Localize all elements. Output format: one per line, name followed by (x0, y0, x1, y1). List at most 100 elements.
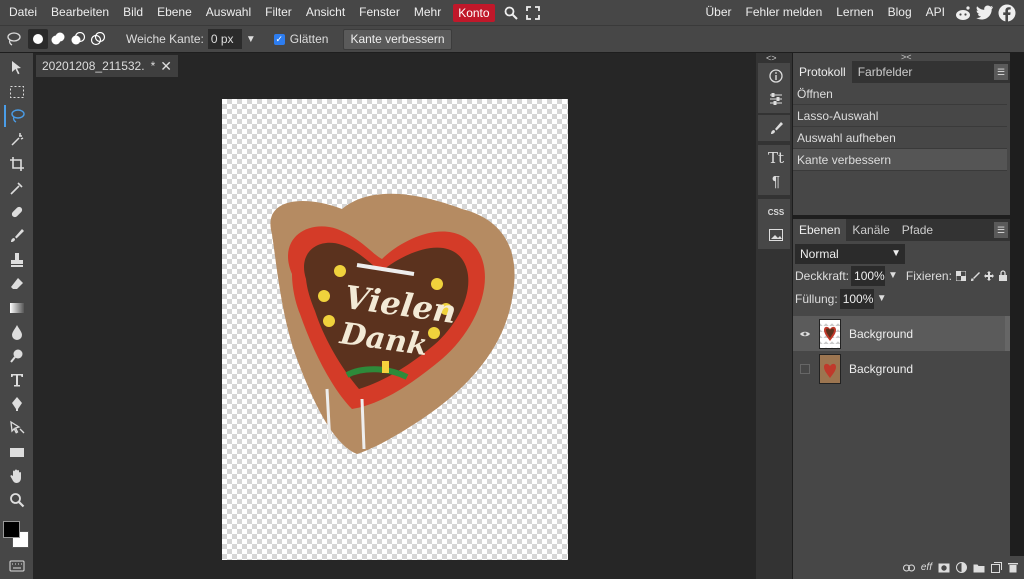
tab-protokoll[interactable]: Protokoll (793, 61, 852, 83)
healing-brush-tool-icon[interactable] (4, 201, 29, 223)
link-ueber[interactable]: Über (699, 0, 739, 25)
layers-menu-icon[interactable]: ☰ (994, 222, 1008, 238)
eraser-tool-icon[interactable] (4, 273, 29, 295)
layer-row[interactable]: Background (793, 351, 1010, 386)
paragraph-icon[interactable]: ¶ (761, 170, 791, 192)
layer-row[interactable]: Background (793, 316, 1010, 351)
lasso-tool-button[interactable] (4, 105, 29, 127)
new-layer-icon[interactable] (991, 562, 1002, 573)
menu-filter[interactable]: Filter (258, 0, 299, 25)
reddit-icon[interactable] (952, 0, 974, 25)
marquee-tool-icon[interactable] (4, 81, 29, 103)
link-fehler-melden[interactable]: Fehler melden (739, 0, 830, 25)
history-item-auswahl-aufheben[interactable]: Auswahl aufheben (793, 127, 1007, 149)
options-bar: Weiche Kante: 0 px ▼ ✓ Glätten Kante ver… (0, 25, 1024, 52)
tab-farbfelder[interactable]: Farbfelder (852, 61, 919, 83)
lasso-tool-icon[interactable] (0, 26, 28, 53)
layer-name[interactable]: Background (849, 327, 913, 341)
delete-layer-icon[interactable] (1008, 562, 1018, 573)
brush-settings-icon[interactable] (761, 117, 791, 139)
fill-dropdown-icon[interactable]: ▼ (877, 293, 887, 304)
menu-mehr[interactable]: Mehr (407, 0, 448, 25)
clone-stamp-tool-icon[interactable] (4, 249, 29, 271)
layers-footer-toolbar: eff (793, 556, 1024, 579)
account-button[interactable]: Konto (453, 3, 495, 22)
info-icon[interactable] (761, 65, 791, 87)
opacity-input[interactable]: 100% (851, 265, 886, 286)
fill-input[interactable]: 100% (839, 288, 874, 309)
history-item-lasso-auswahl[interactable]: Lasso-Auswahl (793, 105, 1007, 127)
document-canvas[interactable]: Vielen Dank (222, 99, 568, 560)
link-blog[interactable]: Blog (881, 0, 919, 25)
tab-kanaele[interactable]: Kanäle (846, 219, 895, 241)
adjustments-icon[interactable] (761, 88, 791, 110)
feather-input[interactable]: 0 px (207, 29, 242, 49)
intersect-selection-icon[interactable] (88, 29, 108, 49)
history-menu-icon[interactable]: ☰ (994, 64, 1008, 80)
new-selection-icon[interactable] (28, 29, 48, 49)
history-item-kante-verbessern[interactable]: Kante verbessern (793, 149, 1007, 171)
brush-tool-icon[interactable] (4, 225, 29, 247)
blur-tool-icon[interactable] (4, 321, 29, 343)
menu-ebene[interactable]: Ebene (150, 0, 199, 25)
layer-mask-icon[interactable] (938, 563, 950, 573)
twitter-icon[interactable] (974, 0, 996, 25)
lock-all-icon[interactable] (998, 270, 1008, 281)
zoom-tool-icon[interactable] (4, 489, 29, 511)
image-icon[interactable] (761, 224, 791, 246)
facebook-icon[interactable] (996, 0, 1018, 25)
eyedropper-tool-icon[interactable] (4, 177, 29, 199)
lock-pixels-icon[interactable] (970, 271, 980, 281)
collapse-left-icon[interactable]: <> (766, 53, 777, 63)
subtract-selection-icon[interactable] (68, 29, 88, 49)
add-selection-icon[interactable] (48, 29, 68, 49)
blend-mode-select[interactable]: Normal ▼ (795, 244, 905, 264)
gradient-tool-icon[interactable] (4, 297, 29, 319)
dodge-tool-icon[interactable] (4, 345, 29, 367)
tab-pfade[interactable]: Pfade (896, 219, 939, 241)
menu-bearbeiten[interactable]: Bearbeiten (44, 0, 116, 25)
lock-position-icon[interactable] (983, 270, 994, 281)
antialias-checkbox[interactable]: ✓ (273, 33, 285, 45)
character-icon[interactable]: Tt (761, 147, 791, 169)
css-icon[interactable]: CSS (761, 201, 791, 223)
opacity-dropdown-icon[interactable]: ▼ (888, 270, 898, 281)
magic-wand-tool-icon[interactable] (4, 129, 29, 151)
layers-scrollbar[interactable] (1005, 316, 1010, 351)
rectangle-tool-icon[interactable] (4, 441, 29, 463)
feather-dropdown-icon[interactable]: ▼ (246, 34, 256, 45)
hand-tool-icon[interactable] (4, 465, 29, 487)
menu-auswahl[interactable]: Auswahl (199, 0, 258, 25)
history-item-oeffnen[interactable]: Öffnen (793, 83, 1007, 105)
close-tab-icon[interactable]: ✕ (160, 58, 172, 75)
new-group-icon[interactable] (973, 563, 985, 573)
pen-tool-icon[interactable] (4, 393, 29, 415)
link-layers-icon[interactable] (902, 564, 915, 572)
lock-transparency-icon[interactable] (955, 270, 966, 281)
panel-icon-strip: <> Tt ¶ CSS (756, 53, 792, 579)
fullscreen-icon[interactable] (522, 0, 544, 25)
menu-fenster[interactable]: Fenster (352, 0, 407, 25)
refine-edge-button[interactable]: Kante verbessern (343, 28, 452, 50)
color-swatches[interactable] (3, 521, 30, 551)
document-tab[interactable]: 20201208_211532. * ✕ (36, 55, 178, 77)
search-icon[interactable] (500, 0, 522, 25)
menu-datei[interactable]: Datei (2, 0, 44, 25)
layer-name[interactable]: Background (849, 362, 913, 376)
crop-tool-icon[interactable] (4, 153, 29, 175)
link-lernen[interactable]: Lernen (829, 0, 880, 25)
tab-ebenen[interactable]: Ebenen (793, 219, 847, 241)
path-select-tool-icon[interactable] (4, 417, 29, 439)
layer-effects-icon[interactable]: eff (921, 562, 932, 573)
adjustment-layer-icon[interactable] (956, 562, 967, 573)
link-api[interactable]: API (919, 0, 952, 25)
eye-icon[interactable] (793, 330, 817, 338)
foreground-color-swatch[interactable] (3, 521, 20, 538)
menu-ansicht[interactable]: Ansicht (299, 0, 352, 25)
lock-options (955, 270, 1008, 281)
move-tool-icon[interactable] (4, 57, 29, 79)
type-tool-icon[interactable] (4, 369, 29, 391)
visibility-checkbox[interactable] (793, 363, 817, 374)
menu-bild[interactable]: Bild (116, 0, 150, 25)
keyboard-icon[interactable] (4, 555, 29, 577)
